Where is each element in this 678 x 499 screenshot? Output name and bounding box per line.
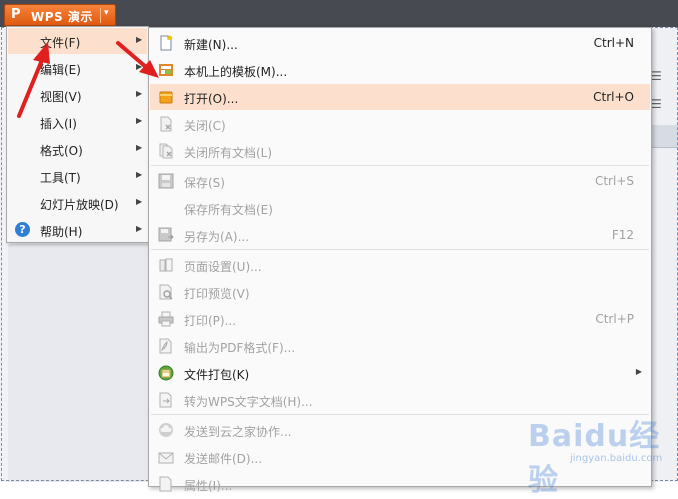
baidu-watermark: Baidu经验 jingyan.baidu.com [520,405,670,498]
arrow-to-template-item [116,41,159,78]
watermark-url: jingyan.baidu.com [570,453,663,464]
arrow-to-file-menu [17,42,50,118]
